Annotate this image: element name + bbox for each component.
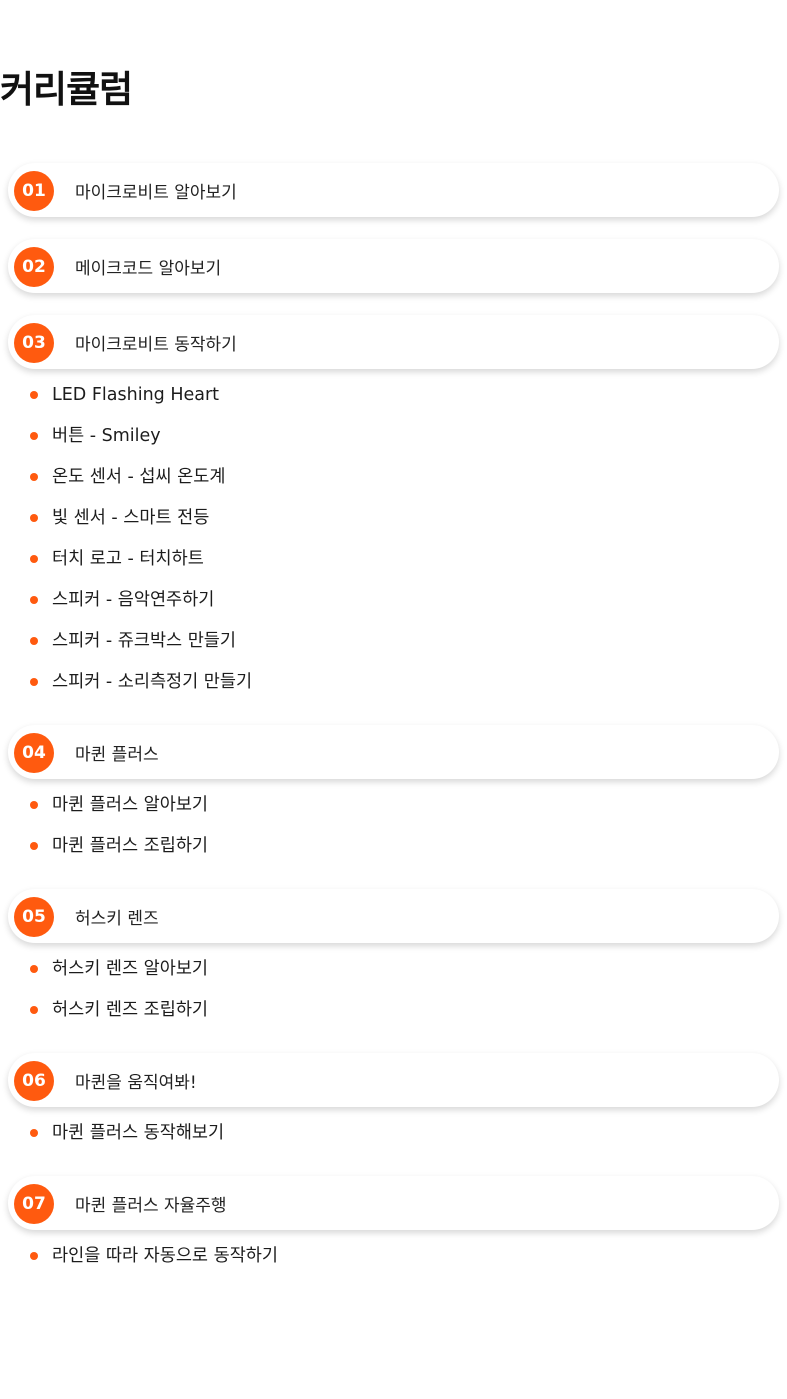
- lesson-item[interactable]: 마퀸 플러스 동작해보기: [0, 1121, 787, 1162]
- bullet-dot-icon: [30, 1252, 38, 1260]
- lesson-item[interactable]: 라인을 따라 자동으로 동작하기: [0, 1244, 787, 1285]
- lesson-label: LED Flashing Heart: [52, 385, 220, 405]
- bullet-dot-icon: [30, 1006, 38, 1014]
- lesson-item[interactable]: 스피커 - 쥬크박스 만들기: [0, 629, 787, 670]
- section-header[interactable]: 05 허스키 렌즈: [8, 889, 779, 943]
- lesson-label: 허스키 렌즈 조립하기: [52, 1000, 209, 1020]
- section-number-badge: 05: [14, 897, 54, 937]
- lesson-item[interactable]: 온도 센서 - 섭씨 온도계: [0, 465, 787, 506]
- section-header[interactable]: 07 마퀸 플러스 자율주행: [8, 1176, 779, 1230]
- curriculum-section: 06 마퀸을 움직여봐! 마퀸 플러스 동작해보기: [0, 1053, 787, 1176]
- curriculum-section: 01 마이크로비트 알아보기: [0, 163, 787, 217]
- lesson-label: 스피커 - 소리측정기 만들기: [52, 672, 253, 692]
- lesson-label: 터치 로고 - 터치하트: [52, 549, 204, 569]
- curriculum-list: 01 마이크로비트 알아보기 02 메이크코드 알아보기 03 마이크로비트 동…: [0, 163, 787, 1299]
- section-header[interactable]: 03 마이크로비트 동작하기: [8, 315, 779, 369]
- section-title: 마이크로비트 알아보기: [75, 182, 237, 203]
- lesson-list: 마퀸 플러스 알아보기 마퀸 플러스 조립하기: [0, 793, 787, 889]
- curriculum-section: 04 마퀸 플러스 마퀸 플러스 알아보기 마퀸 플러스 조립하기: [0, 725, 787, 889]
- lesson-item[interactable]: 마퀸 플러스 알아보기: [0, 793, 787, 834]
- section-title: 마퀸을 움직여봐!: [75, 1072, 197, 1093]
- section-header[interactable]: 02 메이크코드 알아보기: [8, 239, 779, 293]
- bullet-dot-icon: [30, 473, 38, 481]
- section-title: 마퀸 플러스 자율주행: [75, 1195, 227, 1216]
- lesson-label: 스피커 - 쥬크박스 만들기: [52, 631, 237, 651]
- lesson-label: 라인을 따라 자동으로 동작하기: [52, 1246, 278, 1266]
- lesson-item[interactable]: 빛 센서 - 스마트 전등: [0, 506, 787, 547]
- section-number-badge: 07: [14, 1184, 54, 1224]
- bullet-dot-icon: [30, 965, 38, 973]
- section-title: 허스키 렌즈: [75, 908, 159, 929]
- lesson-item[interactable]: 마퀸 플러스 조립하기: [0, 834, 787, 875]
- lesson-item[interactable]: 버튼 - Smiley: [0, 424, 787, 465]
- bullet-dot-icon: [30, 514, 38, 522]
- lesson-label: 버튼 - Smiley: [52, 426, 161, 446]
- bullet-dot-icon: [30, 842, 38, 850]
- section-number-badge: 02: [14, 247, 54, 287]
- lesson-label: 마퀸 플러스 조립하기: [52, 836, 209, 856]
- lesson-label: 허스키 렌즈 알아보기: [52, 959, 209, 979]
- bullet-dot-icon: [30, 801, 38, 809]
- section-title: 메이크코드 알아보기: [75, 258, 222, 279]
- lesson-label: 마퀸 플러스 알아보기: [52, 795, 209, 815]
- lesson-item[interactable]: 터치 로고 - 터치하트: [0, 547, 787, 588]
- section-header[interactable]: 04 마퀸 플러스: [8, 725, 779, 779]
- section-number-badge: 04: [14, 733, 54, 773]
- section-title: 마퀸 플러스: [75, 744, 159, 765]
- lesson-list: LED Flashing Heart 버튼 - Smiley 온도 센서 - 섭…: [0, 383, 787, 725]
- curriculum-section: 07 마퀸 플러스 자율주행 라인을 따라 자동으로 동작하기: [0, 1176, 787, 1299]
- lesson-list: 허스키 렌즈 알아보기 허스키 렌즈 조립하기: [0, 957, 787, 1053]
- lesson-label: 스피커 - 음악연주하기: [52, 590, 215, 610]
- lesson-item[interactable]: 스피커 - 소리측정기 만들기: [0, 670, 787, 711]
- lesson-item[interactable]: 허스키 렌즈 알아보기: [0, 957, 787, 998]
- bullet-dot-icon: [30, 391, 38, 399]
- bullet-dot-icon: [30, 678, 38, 686]
- section-number-badge: 06: [14, 1061, 54, 1101]
- curriculum-page: 커리큘럼 01 마이크로비트 알아보기 02 메이크코드 알아보기 03 마이크…: [0, 0, 787, 1399]
- lesson-label: 온도 센서 - 섭씨 온도계: [52, 467, 226, 487]
- bullet-dot-icon: [30, 637, 38, 645]
- section-title: 마이크로비트 동작하기: [75, 334, 237, 355]
- lesson-list: 마퀸 플러스 동작해보기: [0, 1121, 787, 1176]
- section-number-badge: 01: [14, 171, 54, 211]
- curriculum-section: 02 메이크코드 알아보기: [0, 239, 787, 293]
- lesson-list: 라인을 따라 자동으로 동작하기: [0, 1244, 787, 1299]
- curriculum-section: 03 마이크로비트 동작하기 LED Flashing Heart 버튼 - S…: [0, 315, 787, 725]
- lesson-item[interactable]: 허스키 렌즈 조립하기: [0, 998, 787, 1039]
- curriculum-section: 05 허스키 렌즈 허스키 렌즈 알아보기 허스키 렌즈 조립하기: [0, 889, 787, 1053]
- bullet-dot-icon: [30, 596, 38, 604]
- lesson-label: 빛 센서 - 스마트 전등: [52, 508, 210, 528]
- lesson-label: 마퀸 플러스 동작해보기: [52, 1123, 225, 1143]
- bullet-dot-icon: [30, 432, 38, 440]
- lesson-item[interactable]: LED Flashing Heart: [0, 383, 787, 424]
- section-header[interactable]: 06 마퀸을 움직여봐!: [8, 1053, 779, 1107]
- section-header[interactable]: 01 마이크로비트 알아보기: [8, 163, 779, 217]
- bullet-dot-icon: [30, 555, 38, 563]
- section-number-badge: 03: [14, 323, 54, 363]
- bullet-dot-icon: [30, 1129, 38, 1137]
- page-title: 커리큘럼: [0, 68, 133, 111]
- lesson-item[interactable]: 스피커 - 음악연주하기: [0, 588, 787, 629]
